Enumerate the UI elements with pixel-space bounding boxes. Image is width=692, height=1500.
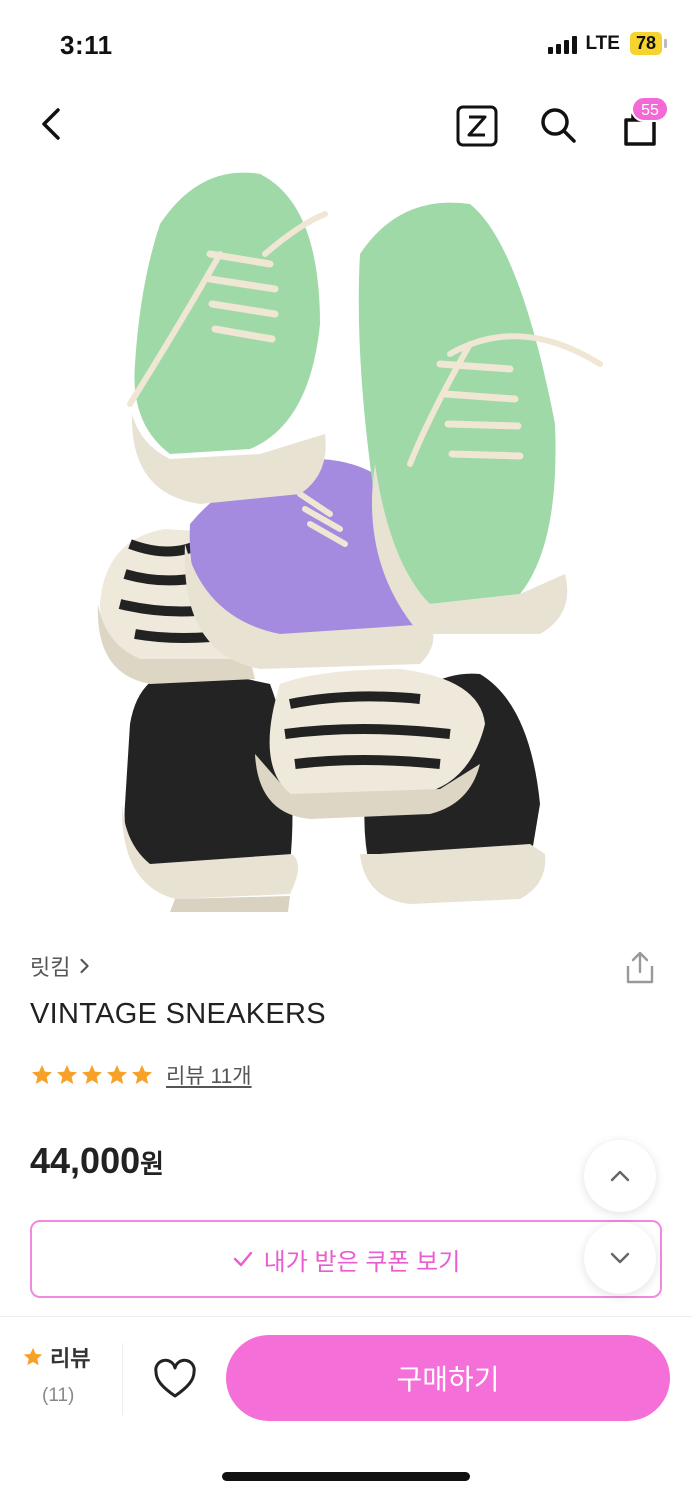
- top-nav: [0, 90, 692, 164]
- product-image[interactable]: [0, 164, 692, 920]
- share-icon: [626, 951, 654, 984]
- rating-row: 리뷰 11개: [30, 1060, 252, 1090]
- zigzag-button[interactable]: [456, 105, 498, 147]
- status-bar: 3:11 LTE 78: [0, 0, 692, 90]
- back-button[interactable]: [30, 102, 74, 146]
- chevron-down-icon: [610, 1252, 630, 1264]
- star-icon: [32, 1065, 52, 1084]
- signal-icon: [548, 34, 578, 54]
- price: 44,000원: [30, 1140, 164, 1182]
- star-icon: [107, 1065, 127, 1084]
- divider: [122, 1343, 123, 1415]
- review-tab-button[interactable]: 리뷰 (11): [22, 1341, 118, 1421]
- status-indicators: LTE 78: [548, 32, 668, 55]
- star-rating: [30, 1063, 154, 1087]
- star-icon: [82, 1065, 102, 1084]
- product-title: VINTAGE SNEAKERS: [30, 998, 326, 1030]
- battery-icon: 78: [629, 32, 668, 55]
- star-icon: [23, 1347, 43, 1366]
- heart-icon: [154, 1358, 196, 1398]
- search-icon: [541, 108, 576, 143]
- check-icon: [233, 1251, 252, 1267]
- zebra-shoe-right: [255, 669, 485, 819]
- z-box-icon: [456, 105, 498, 147]
- chevron-right-icon: [80, 958, 90, 974]
- price-currency: 원: [140, 1149, 165, 1179]
- scroll-bottom-button[interactable]: [584, 1222, 656, 1294]
- search-button[interactable]: [536, 103, 580, 147]
- review-count-link[interactable]: 리뷰 11개: [166, 1060, 252, 1090]
- scroll-top-button[interactable]: [584, 1140, 656, 1212]
- brand-link[interactable]: 릿킴: [30, 950, 92, 982]
- cart-count-badge: 55: [631, 96, 669, 122]
- price-value: 44,000: [30, 1140, 141, 1181]
- review-tab-header: 리뷰: [22, 1341, 118, 1373]
- coupon-button[interactable]: 내가 받은 쿠폰 보기: [30, 1220, 662, 1298]
- wishlist-button[interactable]: [152, 1357, 198, 1403]
- coupon-label: 내가 받은 쿠폰 보기: [263, 1248, 461, 1276]
- sneakers-photo: [97, 172, 603, 912]
- chevron-up-icon: [610, 1170, 630, 1182]
- home-indicator[interactable]: [222, 1472, 470, 1481]
- green-shoe-left: [127, 172, 328, 504]
- network-label: LTE: [585, 32, 620, 54]
- star-icon: [57, 1065, 77, 1084]
- star-icon: [132, 1065, 152, 1084]
- review-tab-count: (11): [42, 1385, 75, 1406]
- review-tab-label: 리뷰: [50, 1346, 91, 1371]
- buy-button[interactable]: 구매하기: [226, 1335, 670, 1421]
- brand-name: 릿킴: [30, 955, 71, 980]
- green-shoe-right: [358, 202, 603, 634]
- share-button[interactable]: [620, 948, 660, 988]
- chevron-left-icon: [42, 108, 60, 140]
- bottom-action-bar: 리뷰 (11) 구매하기: [0, 1316, 692, 1446]
- status-time: 3:11: [60, 30, 113, 60]
